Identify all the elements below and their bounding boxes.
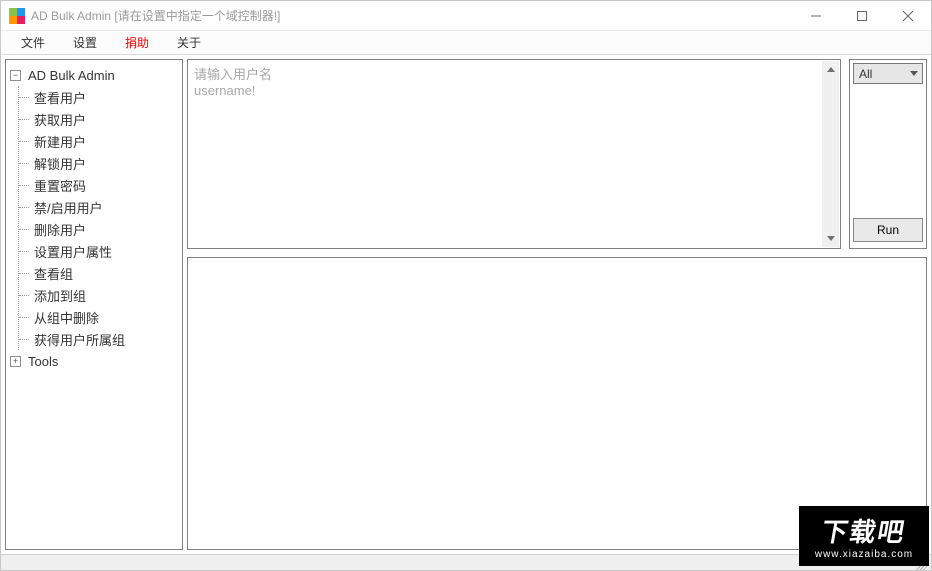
right-pane: All Run <box>187 59 927 550</box>
menu-file[interactable]: 文件 <box>7 32 59 53</box>
tree-item-disable-enable-user[interactable]: 禁/启用用户 <box>19 196 180 218</box>
tree-children: 查看用户 获取用户 新建用户 解锁用户 重置密码 禁/启用用户 删除用户 设置用… <box>18 86 180 350</box>
menu-donate[interactable]: 捐助 <box>111 32 163 53</box>
run-button[interactable]: Run <box>853 218 923 242</box>
tree-tools-label: Tools <box>25 353 61 370</box>
menu-about[interactable]: 关于 <box>163 32 215 53</box>
minimize-button[interactable] <box>793 1 839 31</box>
tree-item-delete-user[interactable]: 删除用户 <box>19 218 180 240</box>
tree-item-unlock-user[interactable]: 解锁用户 <box>19 152 180 174</box>
tree-item-view-user[interactable]: 查看用户 <box>19 86 180 108</box>
chevron-down-icon <box>906 64 922 83</box>
app-icon <box>9 8 25 24</box>
tree-panel[interactable]: − AD Bulk Admin 查看用户 获取用户 新建用户 解锁用户 重置密码… <box>5 59 183 550</box>
tree-item-remove-from-group[interactable]: 从组中删除 <box>19 306 180 328</box>
menu-settings[interactable]: 设置 <box>59 32 111 53</box>
username-textarea[interactable] <box>188 60 840 248</box>
tree-tools-node[interactable]: + Tools <box>10 350 180 372</box>
resize-grip[interactable] <box>913 556 927 570</box>
window-controls <box>793 1 931 31</box>
output-panel[interactable] <box>187 257 927 550</box>
window-title: AD Bulk Admin [请在设置中指定一个域控制器!] <box>31 7 793 24</box>
menubar: 文件 设置 捐助 关于 <box>1 31 931 55</box>
spacer <box>853 90 923 212</box>
statusbar <box>1 554 931 570</box>
titlebar: AD Bulk Admin [请在设置中指定一个域控制器!] <box>1 1 931 31</box>
maximize-button[interactable] <box>839 1 885 31</box>
scroll-up-icon[interactable] <box>822 61 839 78</box>
close-button[interactable] <box>885 1 931 31</box>
close-icon <box>903 11 913 21</box>
tree-root-label: AD Bulk Admin <box>25 67 118 84</box>
tree-item-reset-password[interactable]: 重置密码 <box>19 174 180 196</box>
tree-item-get-user[interactable]: 获取用户 <box>19 108 180 130</box>
filter-select[interactable]: All <box>853 63 923 84</box>
tree-item-add-to-group[interactable]: 添加到组 <box>19 284 180 306</box>
collapse-icon[interactable]: − <box>10 70 21 81</box>
tree-item-new-user[interactable]: 新建用户 <box>19 130 180 152</box>
run-panel: All Run <box>849 59 927 249</box>
expand-icon[interactable]: + <box>10 356 21 367</box>
maximize-icon <box>857 11 867 21</box>
tree-root-node[interactable]: − AD Bulk Admin <box>10 64 180 86</box>
filter-selected-label: All <box>859 67 872 81</box>
tree-item-view-group[interactable]: 查看组 <box>19 262 180 284</box>
tree-item-set-user-props[interactable]: 设置用户属性 <box>19 240 180 262</box>
tree-item-get-user-groups[interactable]: 获得用户所属组 <box>19 328 180 350</box>
tree-root: − AD Bulk Admin 查看用户 获取用户 新建用户 解锁用户 重置密码… <box>8 64 180 372</box>
username-input-panel <box>187 59 841 249</box>
minimize-icon <box>811 11 821 21</box>
client-area: − AD Bulk Admin 查看用户 获取用户 新建用户 解锁用户 重置密码… <box>1 55 931 554</box>
textarea-scrollbar[interactable] <box>822 61 839 247</box>
top-row: All Run <box>187 59 927 249</box>
scroll-down-icon[interactable] <box>822 230 839 247</box>
